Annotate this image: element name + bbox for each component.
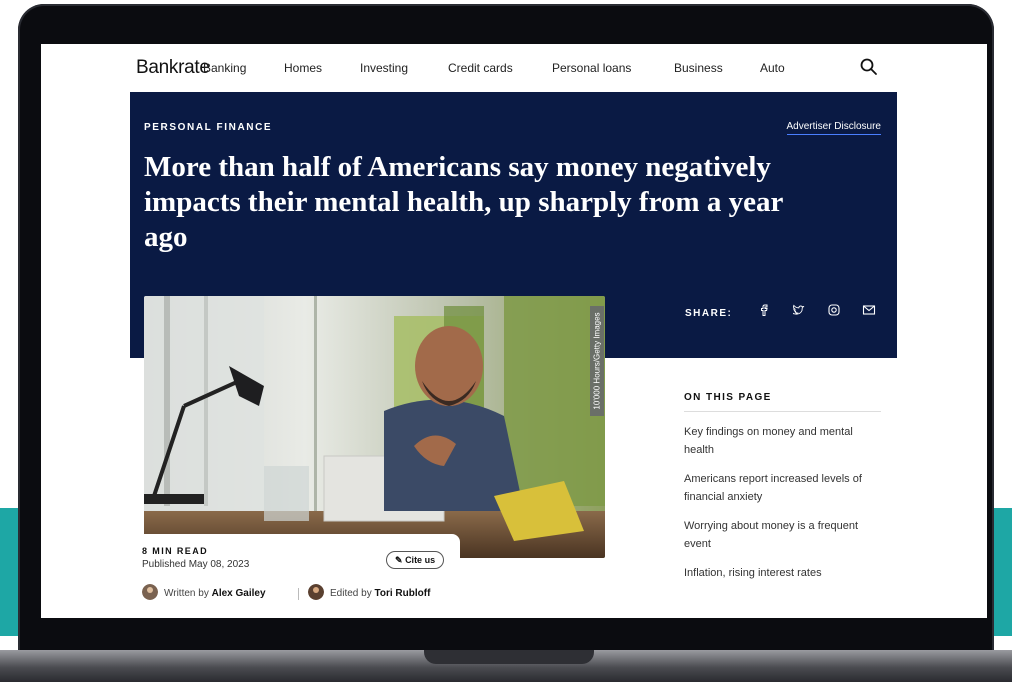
bankrate-logo[interactable]: Bankrate	[136, 57, 210, 79]
toc-item[interactable]: Worrying about money is a frequent event	[684, 517, 881, 553]
laptop-notch	[424, 650, 594, 664]
byline-divider	[298, 588, 299, 600]
pencil-icon: ✎	[395, 555, 403, 565]
author-avatar[interactable]	[142, 584, 158, 600]
published-date: Published May 08, 2023	[142, 559, 250, 570]
written-by: Written by Alex Gailey	[164, 588, 266, 599]
instagram-icon[interactable]	[827, 303, 841, 317]
on-this-page-nav: ON THIS PAGE Key findings on money and m…	[684, 392, 881, 582]
edited-by-prefix: Edited by	[330, 588, 372, 599]
toc-item[interactable]: Key findings on money and mental health	[684, 423, 881, 459]
nav-item-credit-cards[interactable]: Credit cards	[448, 61, 513, 75]
toc-item[interactable]: Americans report increased levels of fin…	[684, 470, 881, 506]
nav-item-auto[interactable]: Auto	[760, 61, 785, 75]
read-time: 8 MIN READ	[142, 546, 209, 556]
photo-credit: 10'000 Hours/Getty Images	[590, 306, 604, 416]
top-nav: Bankrate Banking Homes Investing Credit …	[41, 44, 987, 92]
cite-us-button[interactable]: ✎ Cite us	[386, 551, 445, 569]
facebook-icon[interactable]	[757, 303, 771, 317]
nav-item-business[interactable]: Business	[674, 61, 723, 75]
edited-by: Edited by Tori Rubloff	[330, 588, 430, 599]
man-at-desk-photo	[144, 296, 605, 558]
twitter-icon[interactable]	[792, 303, 806, 317]
nav-item-personal-loans[interactable]: Personal loans	[552, 61, 631, 75]
article-headline: More than half of Americans say money ne…	[144, 151, 783, 253]
nav-item-homes[interactable]: Homes	[284, 61, 322, 75]
cite-us-label: Cite us	[405, 555, 436, 565]
editor-avatar[interactable]	[308, 584, 324, 600]
article-meta-card: 8 MIN READ Published May 08, 2023 ✎ Cite…	[130, 534, 460, 618]
laptop-screen: Bankrate Banking Homes Investing Credit …	[41, 44, 987, 618]
nav-item-banking[interactable]: Banking	[203, 61, 246, 75]
search-icon[interactable]	[859, 57, 879, 77]
editor-link[interactable]: Tori Rubloff	[374, 588, 430, 599]
on-this-page-title: ON THIS PAGE	[684, 392, 881, 412]
toc-item[interactable]: Inflation, rising interest rates	[684, 564, 881, 582]
section-tag[interactable]: PERSONAL FINANCE	[144, 122, 272, 133]
email-icon[interactable]	[862, 303, 876, 317]
advertiser-disclosure-link[interactable]: Advertiser Disclosure	[786, 121, 881, 135]
article-hero-image	[144, 296, 605, 558]
nav-item-investing[interactable]: Investing	[360, 61, 408, 75]
written-by-prefix: Written by	[164, 588, 209, 599]
share-label: SHARE:	[685, 308, 733, 319]
author-link[interactable]: Alex Gailey	[212, 588, 266, 599]
